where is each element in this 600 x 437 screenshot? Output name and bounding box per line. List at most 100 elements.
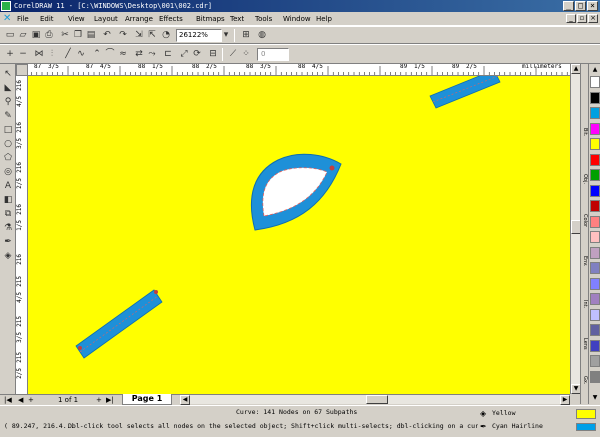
node-handle[interactable] [78,346,82,350]
snap-grid-icon[interactable]: ⊞ [240,29,252,41]
menu-help[interactable]: Help [316,14,332,25]
print-icon[interactable]: ⎙ [43,29,55,41]
spiral-tool-icon[interactable]: ◎ [2,166,14,178]
doc-restore-button[interactable]: ▫ [577,14,587,23]
app-launcher-icon[interactable]: ◔ [160,29,172,41]
cut-icon[interactable]: ✂ [59,29,71,41]
horizontal-scrollbar[interactable]: ◀ ▶ [180,394,570,405]
palette-swatch[interactable] [590,324,600,336]
teardrop-shape[interactable] [250,153,342,231]
open-icon[interactable]: ▱ [17,29,29,41]
join-nodes-icon[interactable]: ⋈ [33,48,45,60]
import-icon[interactable]: ⇲ [133,29,145,41]
palette-swatch[interactable] [590,293,600,305]
cusp-node-icon[interactable]: ⌃ [91,48,103,60]
menu-text[interactable]: Text [230,14,244,25]
menu-window[interactable]: Window [283,14,311,25]
palette-swatch[interactable] [590,215,600,228]
palette-swatch[interactable] [590,184,600,197]
horizontal-ruler[interactable]: 87 3/5 87 4/5 88 1/5 88 2/5 88 3/5 88 4/… [16,64,570,76]
blend-tool-icon[interactable]: ⧉ [2,208,14,220]
palette-swatch[interactable] [590,153,600,166]
zoom-level-field[interactable]: 26122% [176,29,222,42]
palette-swatch[interactable] [590,370,600,383]
palette-swatch[interactable] [590,277,600,290]
vertical-scrollbar[interactable]: ▲ ▼ [570,64,581,394]
horizontal-scroll-thumb[interactable] [366,395,388,404]
fill-color-swatch[interactable] [576,409,596,419]
node-handle[interactable] [329,165,335,171]
last-page-icon[interactable]: ▶| [106,396,114,404]
redo-icon[interactable]: ↷ [117,29,129,41]
zoom-tool-icon[interactable]: ⚲ [2,96,14,108]
doc-minimize-button[interactable]: _ [566,14,576,23]
undo-icon[interactable]: ↶ [101,29,113,41]
vertical-ruler[interactable]: 216 4/5 216 3/5 216 2/5 216 1/5 216 215 … [16,76,28,394]
doc-close-button[interactable]: × [588,14,598,23]
maximize-button[interactable]: □ [575,1,586,11]
extract-subpath-icon[interactable]: ⊏ [162,48,174,60]
select-all-nodes-icon[interactable]: ⁘ [240,48,252,60]
close-button[interactable]: × [587,1,598,11]
polygon-tool-icon[interactable]: ⬠ [2,152,14,164]
export-icon[interactable]: ⇱ [146,29,158,41]
menu-bitmaps[interactable]: Bitmaps [196,14,225,25]
minimize-button[interactable]: _ [563,1,574,11]
tab-page-1[interactable]: Page 1 [122,394,172,405]
palette-swatch[interactable] [590,355,600,367]
new-icon[interactable]: ▭ [4,29,16,41]
palette-swatch[interactable] [590,107,600,119]
palette-scroll-up-icon[interactable]: ▲ [590,66,600,74]
palette-swatch[interactable] [590,262,600,274]
menu-view[interactable]: View [68,14,85,25]
save-icon[interactable]: ▣ [30,29,42,41]
stretch-nodes-icon[interactable]: ⤢ [178,48,190,60]
palette-swatch[interactable] [590,76,600,88]
curve-smoothness-field[interactable]: 0 [257,48,289,61]
palette-swatch[interactable] [590,91,600,104]
break-curve-icon[interactable]: ⫶ [46,48,58,60]
corel-online-icon[interactable]: ◍ [256,29,268,41]
next-page-icon[interactable]: + [96,396,102,404]
reverse-direction-icon[interactable]: ⇄ [133,48,145,60]
palette-swatch[interactable] [590,200,600,212]
to-curve-icon[interactable]: ∿ [75,48,87,60]
copy-icon[interactable]: ❐ [72,29,84,41]
elastic-mode-icon[interactable]: ⟋ [227,48,239,60]
document-icon[interactable]: ✕ [3,14,13,24]
ellipse-tool-icon[interactable]: ○ [2,138,14,150]
add-node-icon[interactable]: + [4,48,16,60]
zoom-dropdown-icon[interactable]: ▾ [222,29,230,41]
symmetrical-node-icon[interactable]: ≈ [117,48,129,60]
freehand-tool-icon[interactable]: ✎ [2,110,14,122]
outline-tool-icon[interactable]: ✒ [2,236,14,248]
first-page-icon[interactable]: |◀ [4,396,12,404]
menu-file[interactable]: File [17,14,29,25]
bottom-left-bar-shape[interactable] [75,289,163,359]
menu-effects[interactable]: Effects [159,14,183,25]
menu-arrange[interactable]: Arrange [125,14,153,25]
pick-tool-icon[interactable]: ↖ [2,68,14,80]
top-right-bar-shape[interactable] [429,76,501,109]
palette-swatch[interactable] [590,339,600,352]
eyedropper-tool-icon[interactable]: ⚗ [2,222,14,234]
palette-swatch[interactable] [590,169,600,181]
delete-node-icon[interactable]: − [17,48,29,60]
menu-layout[interactable]: Layout [94,14,118,25]
scroll-left-arrow-icon[interactable]: ◀ [180,395,190,405]
paste-icon[interactable]: ▤ [85,29,97,41]
add-page-icon[interactable]: + [28,396,34,404]
align-nodes-icon[interactable]: ⊟ [207,48,219,60]
drawing-canvas[interactable] [28,76,570,394]
rotate-nodes-icon[interactable]: ⟳ [191,48,203,60]
rectangle-tool-icon[interactable]: □ [2,124,14,136]
outline-color-swatch[interactable] [576,423,596,431]
palette-swatch[interactable] [590,122,600,135]
palette-swatch[interactable] [590,246,600,259]
shape-tool-icon[interactable]: ◣ [2,82,14,94]
previous-page-icon[interactable]: ◀ [18,396,23,404]
palette-scroll-down-icon[interactable]: ▼ [590,394,600,402]
palette-swatch[interactable] [590,308,600,321]
smooth-node-icon[interactable]: ⌒ [104,48,116,60]
to-line-icon[interactable]: ╱ [62,48,74,60]
